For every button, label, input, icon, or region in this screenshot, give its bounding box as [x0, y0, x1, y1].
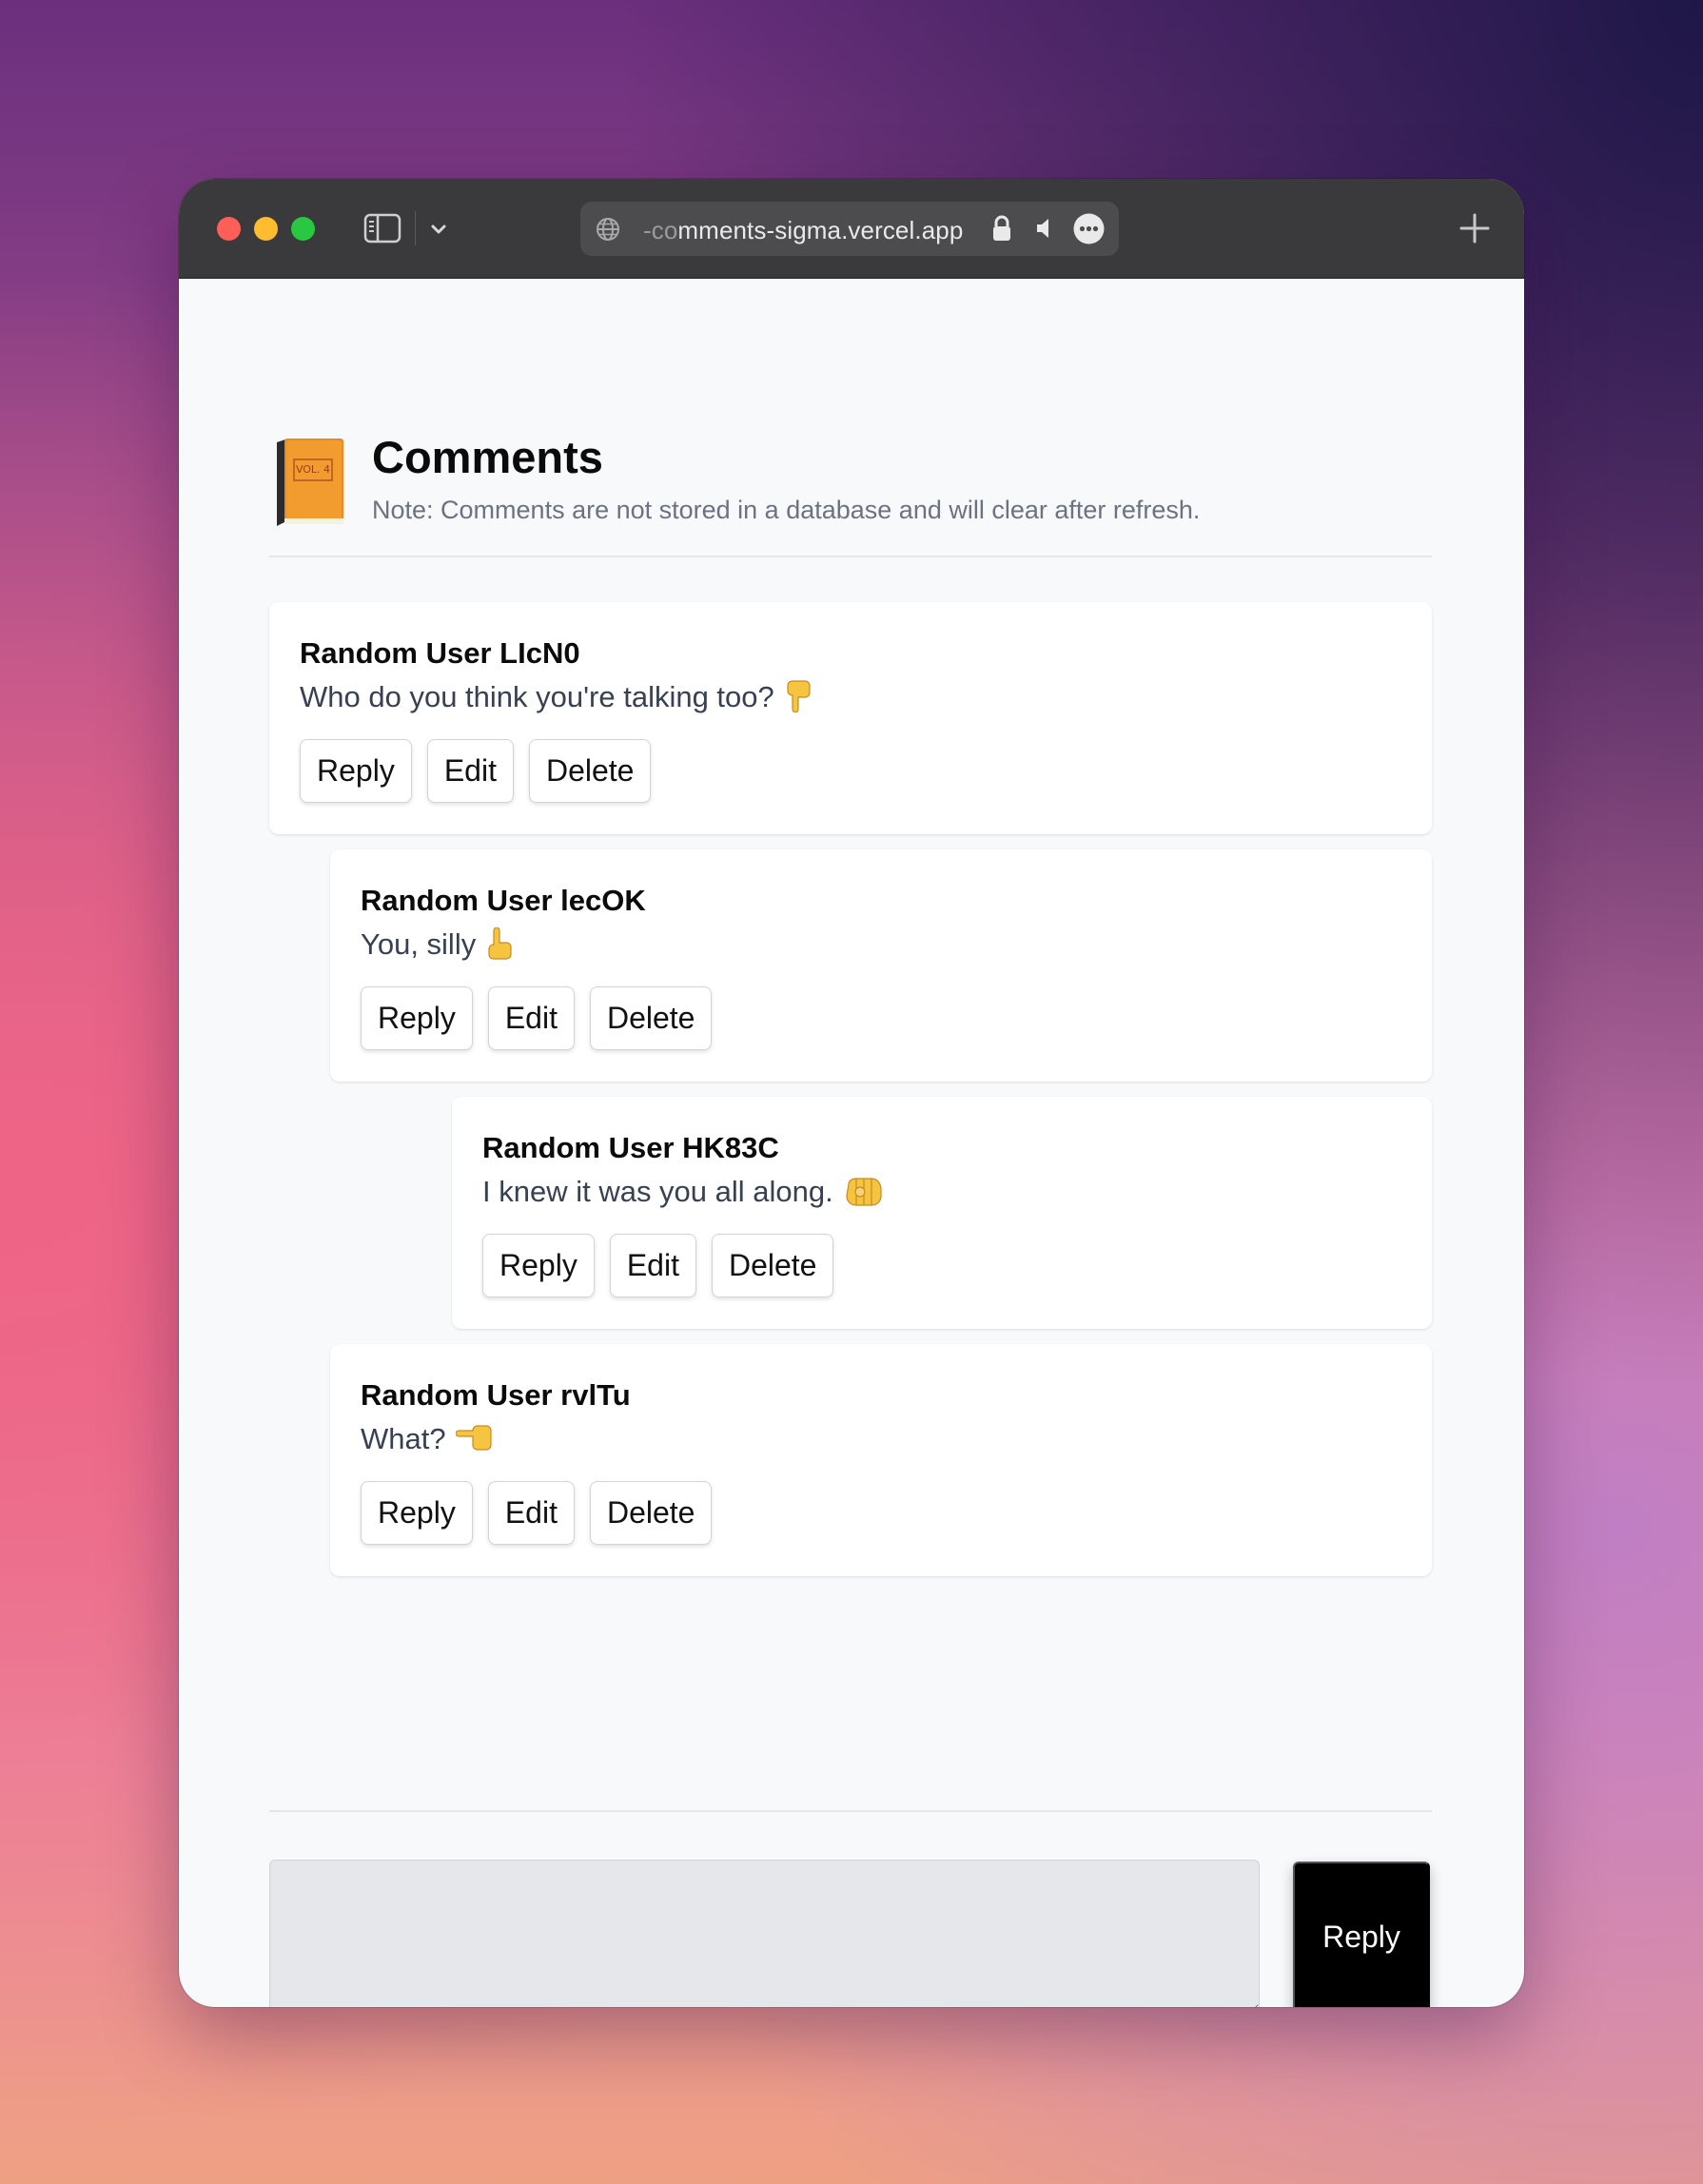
- comment-body: What?: [361, 1422, 494, 1456]
- delete-button[interactable]: Delete: [589, 1481, 713, 1545]
- sidebar-icon[interactable]: [363, 213, 401, 244]
- comment-actions: Reply Edit Delete: [361, 986, 713, 1050]
- comment-body: You, silly: [361, 927, 516, 962]
- comment-card: Random User rvlTu What? Reply Edit Delet…: [330, 1344, 1432, 1576]
- url-text: -comments-sigma.vercel.app: [643, 216, 963, 245]
- browser-toolbar: -comments-sigma.vercel.app: [179, 179, 1524, 279]
- reply-button[interactable]: Reply: [361, 1481, 473, 1545]
- delete-button[interactable]: Delete: [589, 986, 713, 1050]
- comment-card: Random User lecOK You, silly Reply Edit …: [330, 849, 1432, 1082]
- comment-text: What?: [361, 1422, 446, 1455]
- edit-button[interactable]: Edit: [487, 986, 575, 1050]
- edit-button[interactable]: Edit: [426, 739, 514, 803]
- comment-author: Random User lecOK: [361, 884, 646, 917]
- page-content: VOL. 4 Comments Note: Comments are not s…: [179, 279, 1524, 2007]
- comment-text: You, silly: [361, 927, 477, 961]
- toolbar-separator: [415, 211, 416, 245]
- comment-actions: Reply Edit Delete: [361, 1481, 713, 1545]
- close-window-button[interactable]: [217, 217, 241, 241]
- globe-icon: [597, 218, 619, 241]
- comment-card: Random User HK83C I knew it was you all …: [452, 1097, 1432, 1329]
- comment-author: Random User rvlTu: [361, 1378, 631, 1412]
- point-at-viewer-icon: [846, 1178, 882, 1206]
- page-title: Comments: [372, 432, 603, 482]
- comment-author: Random User LIcN0: [300, 636, 580, 670]
- comment-card: Random User LIcN0 Who do you think you'r…: [269, 602, 1432, 834]
- chevron-down-icon[interactable]: [424, 215, 453, 244]
- comment-text: Who do you think you're talking too?: [300, 680, 774, 713]
- comment-author: Random User HK83C: [482, 1131, 779, 1164]
- url-host: mments-sigma.vercel.app: [677, 216, 964, 244]
- lock-icon: [993, 215, 1010, 241]
- comment-body: I knew it was you all along.: [482, 1175, 883, 1209]
- reply-button[interactable]: Reply: [300, 739, 412, 803]
- book-icon: VOL. 4: [277, 439, 343, 526]
- more-icon[interactable]: [1073, 213, 1105, 244]
- page-note: Note: Comments are not stored in a datab…: [372, 496, 1201, 524]
- composer-divider: [269, 1810, 1432, 1812]
- comment-body: Who do you think you're talking too?: [300, 680, 814, 714]
- browser-window: -comments-sigma.vercel.app VOL. 4 Commen…: [179, 179, 1524, 2007]
- point-left-icon: [455, 1425, 492, 1451]
- speaker-icon[interactable]: [1035, 217, 1056, 240]
- address-bar[interactable]: -comments-sigma.vercel.app: [580, 202, 1119, 256]
- svg-text:VOL. 4: VOL. 4: [296, 463, 330, 476]
- edit-button[interactable]: Edit: [609, 1234, 696, 1297]
- comment-input[interactable]: [269, 1860, 1260, 2007]
- reply-button[interactable]: Reply: [361, 986, 473, 1050]
- point-down-icon: [787, 680, 811, 712]
- comment-actions: Reply Edit Delete: [300, 739, 652, 803]
- plus-icon[interactable]: [1458, 211, 1492, 245]
- submit-reply-button[interactable]: Reply: [1293, 1862, 1430, 2007]
- comment-actions: Reply Edit Delete: [482, 1234, 834, 1297]
- reply-button[interactable]: Reply: [482, 1234, 595, 1297]
- comment-text: I knew it was you all along.: [482, 1175, 833, 1208]
- delete-button[interactable]: Delete: [711, 1234, 834, 1297]
- url-faded-prefix: -co: [643, 216, 678, 244]
- delete-button[interactable]: Delete: [528, 739, 652, 803]
- header-divider: [269, 556, 1432, 557]
- zoom-window-button[interactable]: [291, 217, 315, 241]
- point-up-icon: [488, 927, 512, 960]
- minimize-window-button[interactable]: [254, 217, 278, 241]
- edit-button[interactable]: Edit: [487, 1481, 575, 1545]
